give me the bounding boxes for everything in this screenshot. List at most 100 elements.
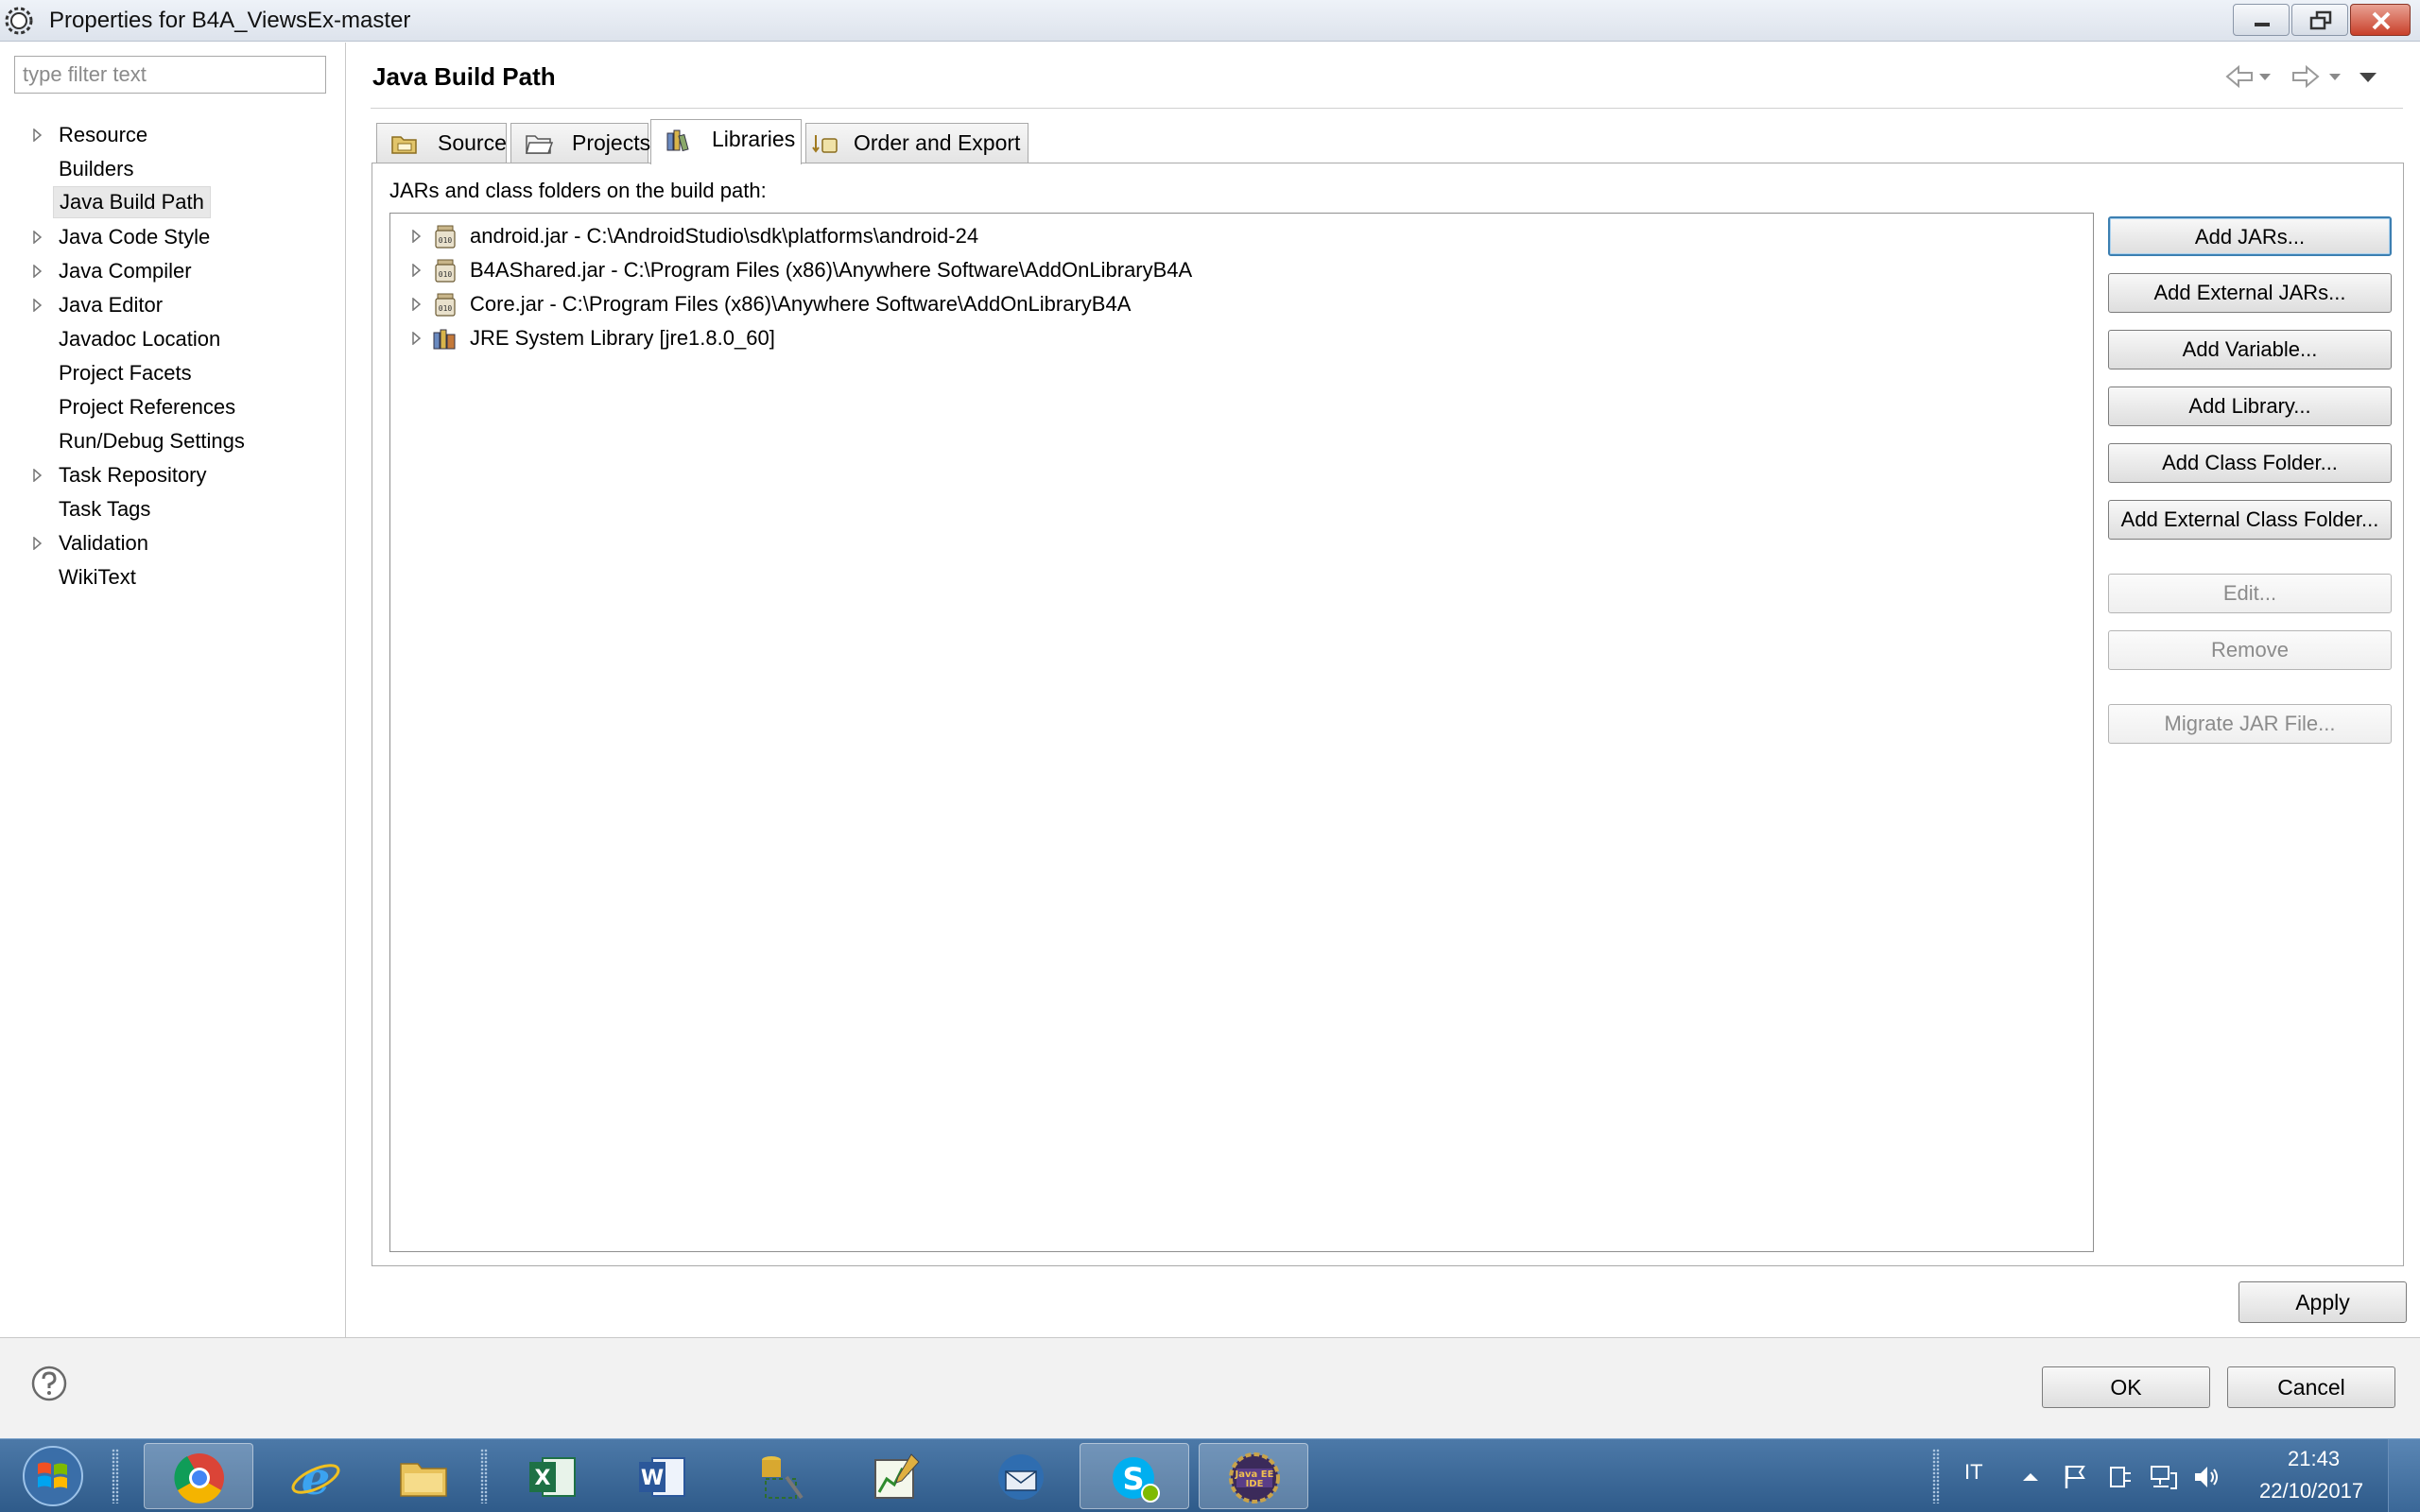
taskbar-app-thunderbird[interactable]: [966, 1443, 1076, 1509]
library-item-b4ashared-jar[interactable]: 010 B4AShared.jar - C:\Program Files (x8…: [390, 253, 2092, 287]
library-item-jre-system-library[interactable]: JRE System Library [jre1.8.0_60]: [390, 321, 2092, 355]
taskbar-grip[interactable]: [112, 1449, 119, 1503]
language-indicator[interactable]: IT: [1964, 1460, 1983, 1485]
migrate-jar-button[interactable]: Migrate JAR File...: [2108, 704, 2392, 744]
properties-nav-panel: Resource Builders Java Build Path Java C…: [0, 43, 346, 1337]
taskbar-app-chrome[interactable]: [144, 1443, 253, 1509]
add-variable-button[interactable]: Add Variable...: [2108, 330, 2392, 369]
action-center-flag-icon[interactable]: [2059, 1462, 2089, 1492]
taskbar-grip[interactable]: [480, 1449, 488, 1503]
library-item-core-jar[interactable]: 010 Core.jar - C:\Program Files (x86)\An…: [390, 287, 2092, 321]
sidebar-item-label: Java Code Style: [59, 225, 211, 249]
tab-order-and-export[interactable]: Order and Export: [805, 123, 1028, 163]
sidebar-item-resource[interactable]: Resource: [0, 118, 346, 152]
expand-arrow-icon[interactable]: [30, 265, 43, 278]
add-external-class-folder-button[interactable]: Add External Class Folder...: [2108, 500, 2392, 540]
sidebar-item-run-debug-settings[interactable]: Run/Debug Settings: [0, 424, 346, 458]
restore-button[interactable]: [2291, 4, 2348, 36]
expand-arrow-icon[interactable]: [409, 264, 423, 277]
edit-button[interactable]: Edit...: [2108, 574, 2392, 613]
chart-editor-icon: [874, 1453, 920, 1499]
remove-button[interactable]: Remove: [2108, 630, 2392, 670]
sidebar-item-builders[interactable]: Builders: [0, 152, 346, 186]
taskbar-app-file-explorer[interactable]: [369, 1443, 478, 1509]
tab-source[interactable]: Source: [376, 123, 507, 163]
add-external-jars-button[interactable]: Add External JARs...: [2108, 273, 2392, 313]
forward-dropdown-icon[interactable]: [2329, 74, 2341, 80]
sidebar-item-javadoc-location[interactable]: Javadoc Location: [0, 322, 346, 356]
sidebar-item-label: Task Tags: [59, 497, 151, 521]
library-item-android-jar[interactable]: 010 android.jar - C:\AndroidStudio\sdk\p…: [390, 219, 2092, 253]
help-icon[interactable]: [30, 1365, 68, 1402]
sidebar-item-label: Project References: [59, 395, 236, 419]
back-arrow-icon[interactable]: [2225, 64, 2253, 89]
thunderbird-icon: [998, 1454, 1044, 1500]
expand-arrow-icon[interactable]: [409, 230, 423, 243]
clock-date[interactable]: 22/10/2017: [2259, 1479, 2363, 1503]
tray-grip[interactable]: [1932, 1449, 1940, 1503]
ok-button[interactable]: OK: [2042, 1366, 2210, 1408]
taskbar-app-excel[interactable]: X: [497, 1443, 607, 1509]
add-class-folder-button[interactable]: Add Class Folder...: [2108, 443, 2392, 483]
taskbar-app-eclipse-javaee[interactable]: Java EE IDE: [1199, 1443, 1308, 1509]
sidebar-item-label: Run/Debug Settings: [59, 429, 245, 453]
forward-arrow-icon[interactable]: [2292, 64, 2320, 89]
sidebar-item-label: Java Build Path: [53, 186, 211, 218]
expand-arrow-icon[interactable]: [30, 299, 43, 312]
internet-explorer-icon: e: [291, 1452, 340, 1503]
sidebar-item-label: Task Repository: [59, 463, 207, 487]
svg-text:S: S: [1122, 1461, 1144, 1497]
sidebar-item-task-repository[interactable]: Task Repository: [0, 458, 346, 492]
sidebar-item-task-tags[interactable]: Task Tags: [0, 492, 346, 526]
sidebar-item-project-facets[interactable]: Project Facets: [0, 356, 346, 390]
header-separator: [371, 108, 2403, 109]
taskbar-app-internet-explorer[interactable]: e: [261, 1443, 371, 1509]
expand-arrow-icon[interactable]: [30, 469, 43, 482]
volume-icon[interactable]: [2191, 1462, 2221, 1492]
network-icon[interactable]: [2148, 1462, 2178, 1492]
safely-remove-hardware-icon[interactable]: [2104, 1462, 2135, 1492]
sidebar-item-java-build-path[interactable]: Java Build Path: [0, 186, 346, 220]
taskbar-app-database-tool[interactable]: [726, 1443, 836, 1509]
tab-projects[interactable]: Projects: [510, 123, 651, 163]
tab-label: Projects: [572, 130, 651, 155]
tab-libraries[interactable]: Libraries: [650, 119, 802, 164]
sidebar-item-validation[interactable]: Validation: [0, 526, 346, 560]
taskbar-app-skype[interactable]: S: [1080, 1443, 1189, 1509]
taskbar-app-chart-editor[interactable]: [841, 1443, 951, 1509]
source-folder-icon: [391, 136, 417, 154]
sidebar-item-wikitext[interactable]: WikiText: [0, 560, 346, 594]
expand-arrow-icon[interactable]: [409, 298, 423, 311]
library-label: android.jar - C:\AndroidStudio\sdk\platf…: [470, 224, 979, 248]
clock-time[interactable]: 21:43: [2288, 1447, 2340, 1471]
close-window-button[interactable]: [2350, 4, 2411, 36]
window-title: Properties for B4A_ViewsEx-master: [49, 8, 411, 33]
expand-arrow-icon[interactable]: [409, 332, 423, 345]
cancel-button[interactable]: Cancel: [2227, 1366, 2395, 1408]
sidebar-item-label: Validation: [59, 531, 148, 555]
back-dropdown-icon[interactable]: [2259, 74, 2271, 80]
jar-icon: 010: [435, 259, 456, 283]
start-button-icon[interactable]: [9, 1443, 96, 1509]
sidebar-item-java-editor[interactable]: Java Editor: [0, 288, 346, 322]
sidebar-item-label: Project Facets: [59, 361, 192, 385]
minimize-button[interactable]: [2233, 4, 2290, 36]
view-menu-icon[interactable]: [2360, 73, 2377, 82]
sidebar-item-project-references[interactable]: Project References: [0, 390, 346, 424]
add-jars-button[interactable]: Add JARs...: [2108, 216, 2392, 256]
taskbar-app-word[interactable]: W: [607, 1443, 717, 1509]
sidebar-item-java-compiler[interactable]: Java Compiler: [0, 254, 346, 288]
sidebar-item-java-code-style[interactable]: Java Code Style: [0, 220, 346, 254]
add-library-button[interactable]: Add Library...: [2108, 387, 2392, 426]
filter-input[interactable]: [14, 56, 326, 94]
expand-arrow-icon[interactable]: [30, 537, 43, 550]
expand-arrow-icon[interactable]: [30, 129, 43, 142]
show-desktop-button[interactable]: [2388, 1439, 2420, 1512]
show-hidden-icons-icon[interactable]: [2015, 1462, 2046, 1492]
page-title: Java Build Path: [372, 62, 556, 91]
apply-button[interactable]: Apply: [2238, 1281, 2407, 1323]
libraries-tab-content: JARs and class folders on the build path…: [372, 163, 2404, 1266]
libraries-tree[interactable]: 010 android.jar - C:\AndroidStudio\sdk\p…: [389, 213, 2094, 1252]
tab-label: Source: [438, 130, 507, 155]
expand-arrow-icon[interactable]: [30, 231, 43, 244]
